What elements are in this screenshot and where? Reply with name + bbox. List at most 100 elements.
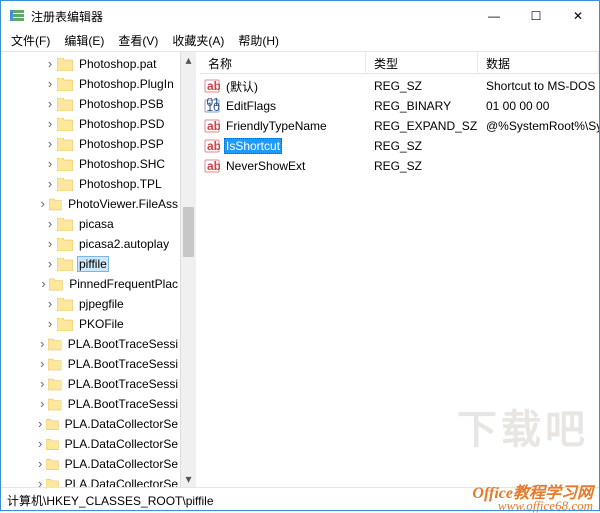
expand-icon[interactable]: › (36, 397, 48, 411)
value-type: REG_SZ (366, 79, 478, 93)
expand-icon[interactable]: › (43, 77, 57, 91)
tree-item-label: pjpegfile (77, 297, 126, 311)
tree-item[interactable]: › pjpegfile (1, 294, 180, 314)
tree-item[interactable]: ›PLA.DataCollectorSe (1, 474, 180, 487)
tree-item[interactable]: ›Photoshop.TPL (1, 174, 180, 194)
expand-icon[interactable]: › (43, 257, 57, 271)
expand-icon[interactable]: › (43, 97, 57, 111)
menu-view[interactable]: 查看(V) (112, 32, 164, 49)
menu-edit[interactable]: 编辑(E) (58, 32, 110, 49)
folder-icon (46, 458, 59, 471)
tree-item[interactable]: › piffile (1, 254, 180, 274)
expand-icon[interactable]: › (37, 197, 49, 211)
string-value-icon (204, 138, 220, 154)
list-row[interactable]: IsShortcut REG_SZ (200, 136, 599, 156)
value-name: EditFlags (224, 99, 278, 113)
tree-item[interactable]: ›Photoshop.SHC (1, 154, 180, 174)
folder-icon (57, 318, 73, 331)
folder-icon (57, 138, 73, 151)
column-header-data[interactable]: 数据 (478, 52, 599, 73)
expand-icon[interactable]: › (35, 457, 46, 471)
expand-icon[interactable]: › (43, 57, 57, 71)
menu-help[interactable]: 帮助(H) (232, 32, 285, 49)
scroll-thumb[interactable] (183, 207, 194, 257)
tree-item-label: Photoshop.pat (77, 57, 158, 71)
minimize-button[interactable]: — (473, 1, 515, 31)
column-header-type[interactable]: 类型 (366, 52, 478, 73)
folder-icon (57, 98, 73, 111)
list-row[interactable]: (默认)REG_SZShortcut to MS-DOS P (200, 76, 599, 96)
tree-item[interactable]: ›PLA.BootTraceSessi (1, 334, 180, 354)
expand-icon[interactable]: › (43, 237, 57, 251)
tree-item-label: PLA.DataCollectorSe (63, 417, 180, 431)
expand-icon[interactable]: › (36, 337, 48, 351)
expand-icon[interactable]: › (36, 377, 48, 391)
folder-icon (48, 378, 62, 391)
statusbar: 计算机\HKEY_CLASSES_ROOT\piffile Office教程学习… (1, 488, 599, 510)
tree-item[interactable]: ›PKOFile (1, 314, 180, 334)
list-view[interactable]: (默认)REG_SZShortcut to MS-DOS PEditFlagsR… (200, 74, 599, 487)
binary-value-icon (204, 98, 220, 114)
tree-item[interactable]: › Photoshop.pat (1, 54, 180, 74)
tree-item[interactable]: ›PLA.BootTraceSessi (1, 394, 180, 414)
menubar: 文件(F) 编辑(E) 查看(V) 收藏夹(A) 帮助(H) (1, 31, 599, 51)
expand-icon[interactable]: › (43, 137, 57, 151)
tree-item-label: PLA.DataCollectorSe (63, 437, 180, 451)
folder-icon (48, 338, 62, 351)
tree-item[interactable]: ›picasa2.autoplay (1, 234, 180, 254)
tree-item[interactable]: ›Photoshop.PlugIn (1, 74, 180, 94)
value-type: REG_SZ (366, 159, 478, 173)
expand-icon[interactable]: › (43, 317, 57, 331)
scroll-down-button[interactable]: ▾ (181, 471, 196, 487)
tree-scrollbar[interactable]: ▴ ▾ (180, 52, 196, 487)
tree-item[interactable]: ›PLA.BootTraceSessi (1, 354, 180, 374)
tree-item[interactable]: ›PinnedFrequentPlac (1, 274, 180, 294)
expand-icon[interactable]: › (37, 277, 49, 291)
expand-icon[interactable]: › (43, 297, 57, 311)
tree-item[interactable]: ›PhotoViewer.FileAss (1, 194, 180, 214)
folder-icon (48, 358, 62, 371)
list-row[interactable]: FriendlyTypeNameREG_EXPAND_SZ@%SystemRoo… (200, 116, 599, 136)
list-row[interactable]: EditFlagsREG_BINARY01 00 00 00 (200, 96, 599, 116)
folder-icon (57, 58, 73, 71)
tree-item[interactable]: ›picasa (1, 214, 180, 234)
list-row[interactable]: NeverShowExtREG_SZ (200, 156, 599, 176)
menu-file[interactable]: 文件(F) (5, 32, 56, 49)
maximize-button[interactable]: ☐ (515, 1, 557, 31)
menu-favorites[interactable]: 收藏夹(A) (166, 32, 230, 49)
tree-item-label: PLA.BootTraceSessi (66, 377, 180, 391)
tree-item[interactable]: › PLA.BootTraceSessi (1, 374, 180, 394)
expand-icon[interactable]: › (43, 157, 57, 171)
tree-item-label: Photoshop.PSB (77, 97, 166, 111)
tree-item-label: piffile (77, 256, 109, 272)
expand-icon[interactable]: › (35, 437, 46, 451)
folder-icon (49, 278, 63, 291)
tree-item[interactable]: ›Photoshop.PSP (1, 134, 180, 154)
close-button[interactable]: ✕ (557, 1, 599, 31)
tree-panel: ›Photoshop.pat›Photoshop.PlugIn›Photosho… (1, 52, 196, 487)
expand-icon[interactable]: › (35, 417, 46, 431)
tree-item[interactable]: ›Photoshop.PSD (1, 114, 180, 134)
content-area: ›Photoshop.pat›Photoshop.PlugIn›Photosho… (1, 51, 599, 488)
scroll-up-button[interactable]: ▴ (181, 52, 196, 68)
tree-item[interactable]: › PLA.DataCollectorSe (1, 414, 180, 434)
tree-view[interactable]: ›Photoshop.pat›Photoshop.PlugIn›Photosho… (1, 52, 180, 487)
titlebar[interactable]: 注册表编辑器 — ☐ ✕ (1, 1, 599, 31)
value-name: IsShortcut (224, 138, 282, 154)
tree-item[interactable]: ›PLA.DataCollectorSe (1, 454, 180, 474)
tree-item[interactable]: › PLA.DataCollectorSe (1, 434, 180, 454)
value-name: FriendlyTypeName (224, 119, 329, 133)
value-type: REG_SZ (366, 139, 478, 153)
expand-icon[interactable]: › (43, 117, 57, 131)
folder-icon (57, 78, 73, 91)
expand-icon[interactable]: › (43, 177, 57, 191)
folder-icon (57, 158, 73, 171)
tree-item[interactable]: › Photoshop.PSB (1, 94, 180, 114)
value-data: Shortcut to MS-DOS P (478, 79, 599, 93)
folder-icon (46, 478, 59, 488)
string-value-icon (204, 118, 220, 134)
column-header-name[interactable]: 名称 (200, 52, 366, 73)
expand-icon[interactable]: › (36, 357, 48, 371)
expand-icon[interactable]: › (43, 217, 57, 231)
expand-icon[interactable]: › (35, 477, 46, 487)
